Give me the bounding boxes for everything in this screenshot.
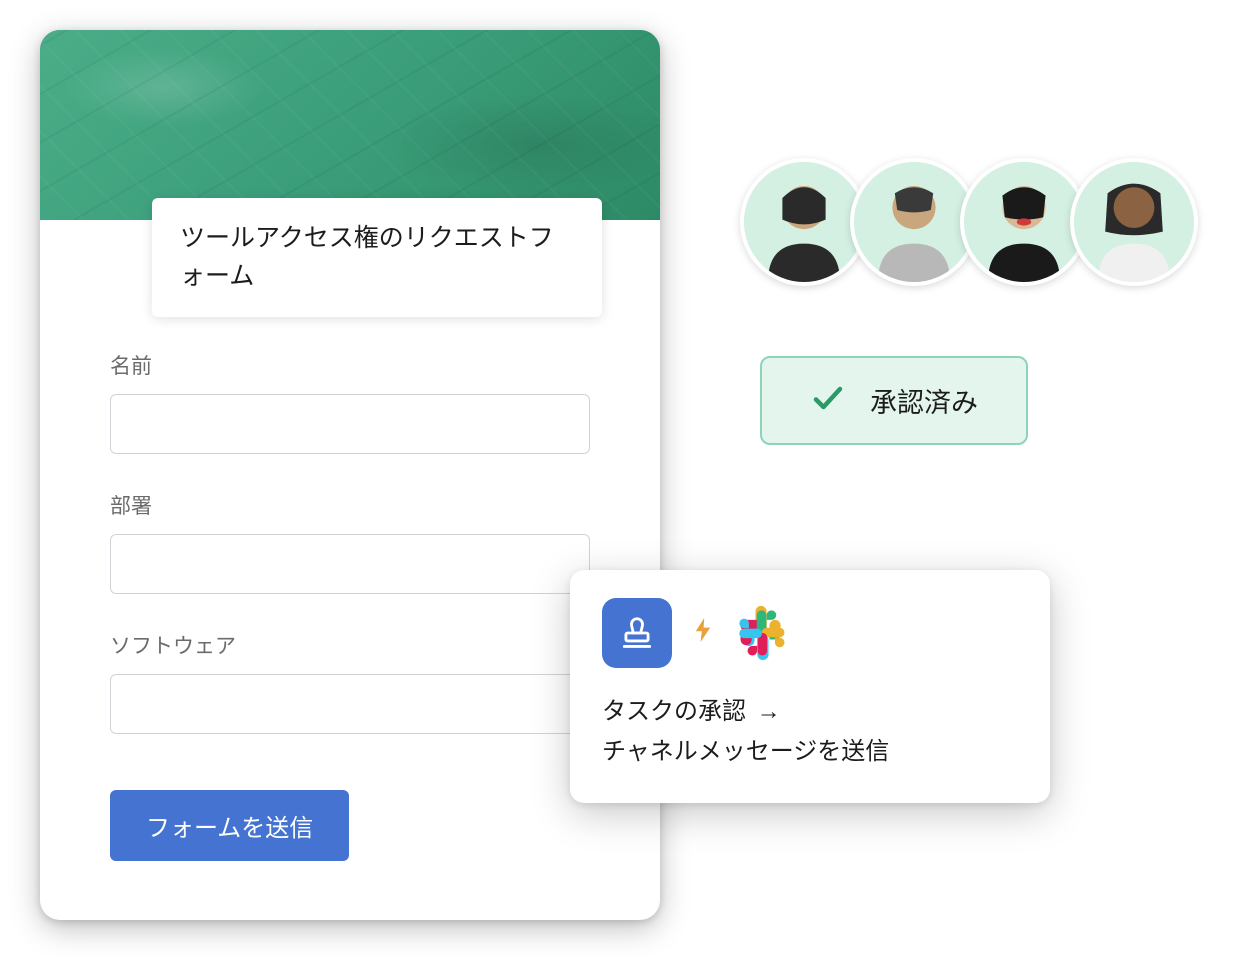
input-name[interactable] — [110, 394, 590, 454]
approved-label: 承認済み — [870, 381, 978, 420]
input-department[interactable] — [110, 534, 590, 594]
approvers-avatars — [740, 158, 1198, 286]
stamp-icon — [602, 598, 672, 668]
form-body: 名前 部署 ソフトウェア フォームを送信 — [40, 220, 660, 901]
field-software: ソフトウェア — [110, 630, 590, 734]
avatar-3 — [960, 158, 1088, 286]
avatar-1 — [740, 158, 868, 286]
field-name: 名前 — [110, 350, 590, 454]
slack-icon — [734, 605, 790, 661]
input-software[interactable] — [110, 674, 590, 734]
label-software: ソフトウェア — [110, 630, 590, 660]
check-icon — [810, 380, 846, 421]
workflow-icons-row — [602, 598, 1018, 668]
submit-button[interactable]: フォームを送信 — [110, 790, 349, 861]
form-header-background — [40, 30, 660, 220]
arrow-right-icon: → — [757, 692, 781, 732]
label-name: 名前 — [110, 350, 590, 380]
workflow-line2: チャネルメッセージを送信 — [602, 738, 889, 765]
workflow-line1: タスクの承認 — [602, 698, 746, 725]
field-department: 部署 — [110, 490, 590, 594]
workflow-card: タスクの承認 → チャネルメッセージを送信 — [570, 570, 1050, 803]
form-title: ツールアクセス権のリクエストフォーム — [152, 198, 602, 317]
avatar-4 — [1070, 158, 1198, 286]
request-form-card: ツールアクセス権のリクエストフォーム 名前 部署 ソフトウェア フォームを送信 — [40, 30, 660, 920]
workflow-description: タスクの承認 → チャネルメッセージを送信 — [602, 692, 1018, 771]
label-department: 部署 — [110, 490, 590, 520]
approved-badge: 承認済み — [760, 356, 1028, 445]
lightning-icon — [694, 618, 712, 648]
avatar-2 — [850, 158, 978, 286]
